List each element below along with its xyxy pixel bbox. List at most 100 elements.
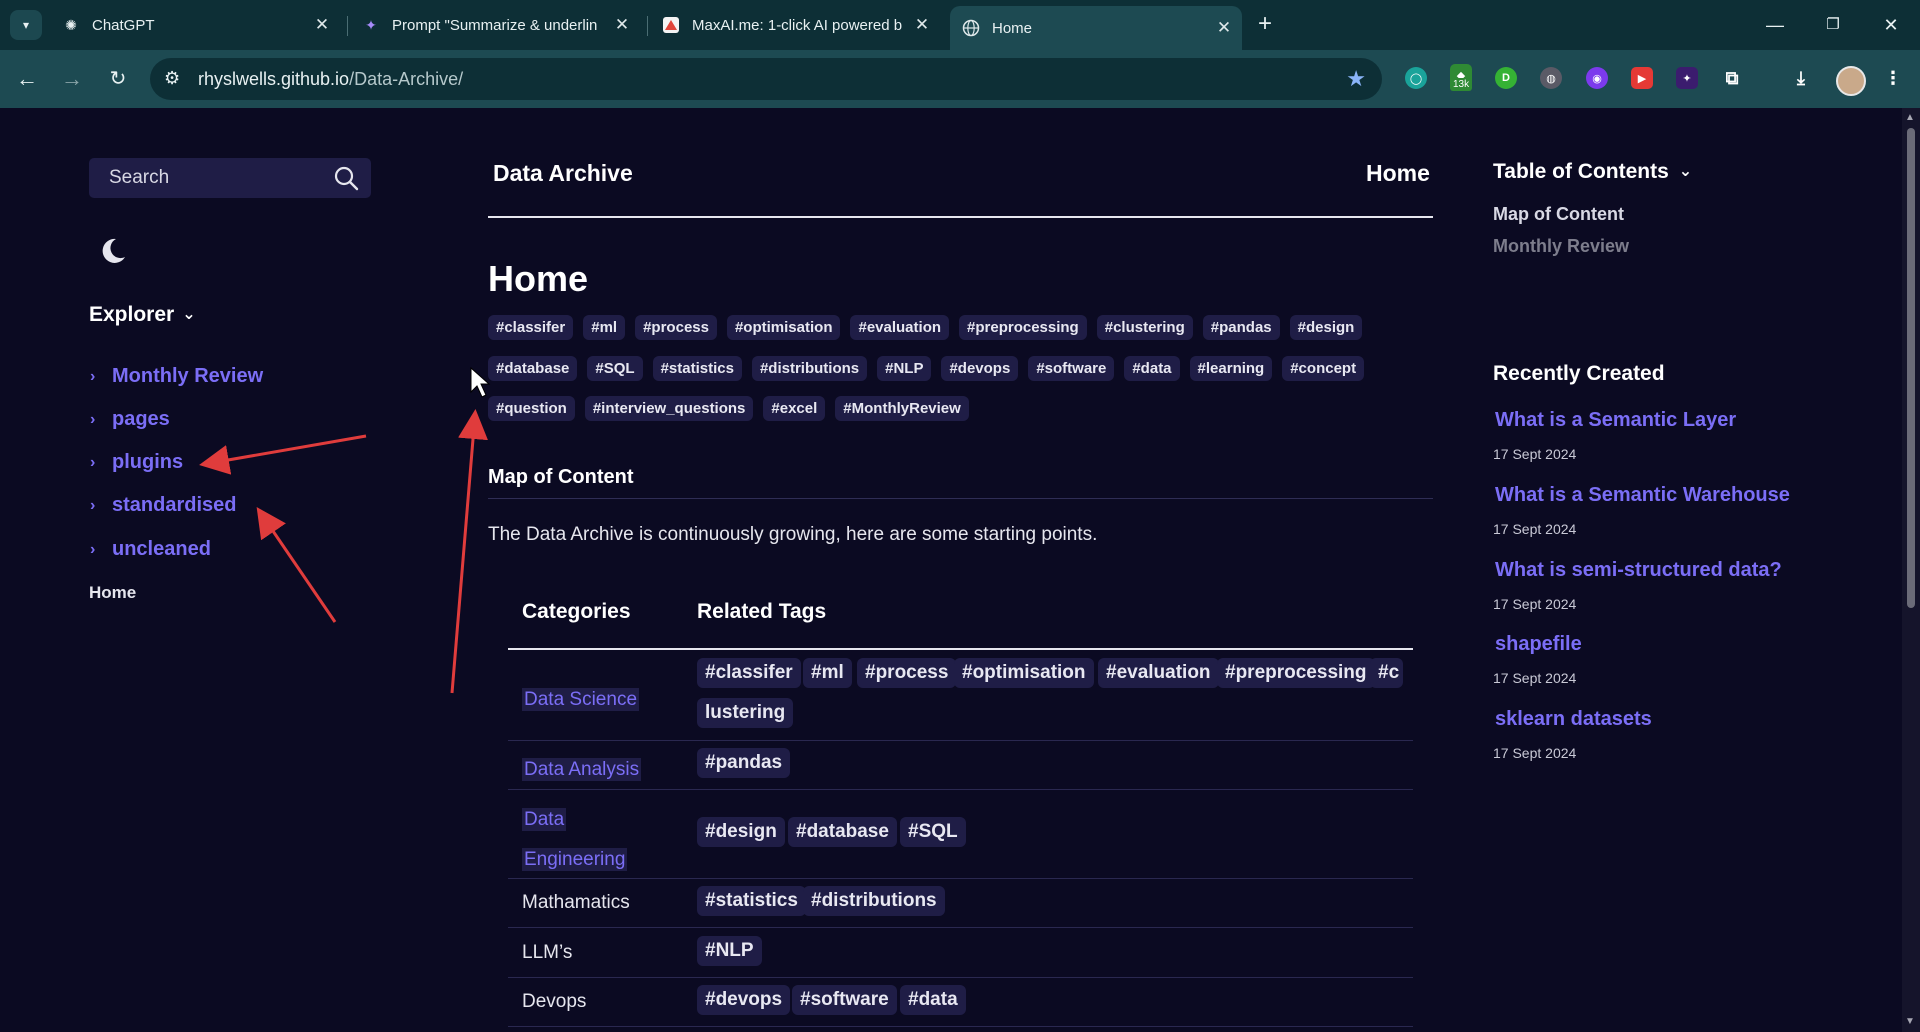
- tag[interactable]: #SQL: [587, 356, 643, 381]
- restore-button[interactable]: ❐: [1810, 10, 1856, 40]
- youtube-extension-icon[interactable]: ▶: [1631, 67, 1653, 89]
- tag[interactable]: #distributions: [803, 886, 945, 916]
- tag[interactable]: #optimisation: [954, 658, 1094, 688]
- chat-extension-icon[interactable]: ◯: [1405, 67, 1427, 89]
- close-tab-icon[interactable]: ✕: [310, 15, 334, 35]
- tag[interactable]: #evaluation: [850, 315, 950, 340]
- toc-item-map-of-content[interactable]: Map of Content: [1493, 204, 1624, 225]
- tag[interactable]: #process: [857, 658, 957, 688]
- tag[interactable]: #SQL: [900, 817, 966, 847]
- table-row-category[interactable]: Data Analysis: [522, 750, 642, 790]
- tag[interactable]: #data: [1124, 356, 1180, 381]
- tag[interactable]: #database: [488, 356, 578, 381]
- folder-plugins[interactable]: › plugins: [90, 451, 183, 474]
- tag[interactable]: #process: [635, 315, 717, 340]
- avatar[interactable]: [1836, 66, 1866, 96]
- tag[interactable]: lustering: [697, 698, 794, 728]
- address-bar[interactable]: ⚙ rhyslwells.github.io/Data-Archive/ ★: [150, 58, 1382, 100]
- reload-button[interactable]: ↻: [103, 64, 133, 94]
- close-tab-icon[interactable]: ✕: [910, 15, 934, 35]
- tag[interactable]: #statistics: [652, 356, 742, 381]
- back-button[interactable]: ←: [12, 64, 42, 94]
- download-icon[interactable]: ⤓: [1790, 67, 1812, 89]
- new-tab-button[interactable]: +: [1252, 12, 1278, 38]
- folder-monthly-review[interactable]: › Monthly Review: [90, 365, 263, 388]
- tag[interactable]: #pandas: [697, 748, 791, 778]
- site-info-icon[interactable]: ⚙: [164, 68, 180, 89]
- forward-button[interactable]: →: [57, 64, 87, 94]
- minimize-button[interactable]: —: [1752, 10, 1798, 40]
- more-menu-icon[interactable]: ⋮: [1882, 67, 1904, 89]
- tag[interactable]: #interview_questions: [584, 396, 754, 421]
- toc-toggle[interactable]: Table of Contents ⌄: [1493, 160, 1692, 184]
- scroll-up-arrow[interactable]: ▲: [1905, 112, 1915, 123]
- tab-maxai[interactable]: MaxAI.me: 1-click AI powered b ✕: [650, 7, 940, 43]
- explorer-home-link[interactable]: Home: [89, 583, 136, 603]
- tag[interactable]: #ml: [803, 658, 852, 688]
- scroll-down-arrow[interactable]: ▼: [1905, 1016, 1915, 1027]
- folder-pages[interactable]: › pages: [90, 408, 170, 431]
- tag[interactable]: #c: [1370, 658, 1404, 688]
- tag[interactable]: #classifer: [697, 658, 801, 688]
- search-input[interactable]: Search: [89, 158, 371, 198]
- tag[interactable]: #optimisation: [726, 315, 841, 340]
- recent-link[interactable]: shapefile: [1495, 633, 1582, 656]
- breadcrumb[interactable]: Home: [1366, 160, 1430, 187]
- recent-link[interactable]: What is a Semantic Layer: [1495, 409, 1736, 432]
- scrollbar-thumb[interactable]: [1907, 128, 1915, 608]
- tag[interactable]: #data: [900, 985, 966, 1015]
- close-tab-icon[interactable]: ✕: [610, 15, 634, 35]
- tag[interactable]: #question: [488, 396, 575, 421]
- tab-chatgpt[interactable]: ✺ ChatGPT ✕: [50, 7, 340, 43]
- category-link[interactable]: Data: [522, 808, 567, 831]
- tag[interactable]: #NLP: [877, 356, 932, 381]
- tag[interactable]: #statistics: [697, 886, 806, 916]
- recent-link[interactable]: sklearn datasets: [1495, 708, 1652, 731]
- tag[interactable]: #design: [1289, 315, 1363, 340]
- site-title[interactable]: Data Archive: [493, 160, 633, 187]
- category-link[interactable]: Engineering: [522, 848, 628, 871]
- tag[interactable]: #ml: [583, 315, 626, 340]
- green-extension-icon[interactable]: D: [1495, 67, 1517, 89]
- table-row-category[interactable]: Data Science: [522, 680, 640, 720]
- tag[interactable]: #devops: [697, 985, 791, 1015]
- tab-home[interactable]: Home ✕: [950, 6, 1242, 50]
- folder-standardised[interactable]: › standardised: [90, 494, 236, 517]
- tag[interactable]: #distributions: [751, 356, 868, 381]
- explorer-toggle[interactable]: Explorer ⌄: [89, 303, 196, 327]
- folder-uncleaned[interactable]: › uncleaned: [90, 538, 211, 561]
- tag[interactable]: #concept: [1282, 356, 1365, 381]
- table-row-category[interactable]: Data Engineering: [522, 800, 628, 880]
- tag[interactable]: #excel: [763, 396, 826, 421]
- tag[interactable]: #MonthlyReview: [835, 396, 969, 421]
- tab-prompt[interactable]: ✦ Prompt "Summarize & underlin ✕: [350, 7, 640, 43]
- tag[interactable]: #classifer: [488, 315, 574, 340]
- tab-search-menu-button[interactable]: ▾: [10, 10, 42, 40]
- tag[interactable]: #design: [697, 817, 785, 847]
- tag[interactable]: #devops: [941, 356, 1019, 381]
- bookmark-star-icon[interactable]: ★: [1346, 66, 1366, 92]
- ai-extension-icon[interactable]: ✦: [1676, 67, 1698, 89]
- tag[interactable]: #database: [788, 817, 897, 847]
- tag[interactable]: #pandas: [1202, 315, 1280, 340]
- toc-item-monthly-review[interactable]: Monthly Review: [1493, 236, 1629, 257]
- page-scrollbar[interactable]: ▲ ▼: [1902, 108, 1920, 1032]
- category-link[interactable]: Data Analysis: [522, 758, 642, 781]
- url-text[interactable]: rhyslwells.github.io/Data-Archive/: [198, 69, 463, 90]
- tag[interactable]: #NLP: [697, 936, 762, 966]
- close-tab-icon[interactable]: ✕: [1212, 18, 1236, 38]
- tag[interactable]: #learning: [1189, 356, 1273, 381]
- tag[interactable]: #preprocessing: [959, 315, 1087, 340]
- recent-link[interactable]: What is semi-structured data?: [1495, 559, 1782, 582]
- tag[interactable]: #evaluation: [1098, 658, 1219, 688]
- purple-extension-icon[interactable]: ◉: [1586, 67, 1608, 89]
- extensions-puzzle-icon[interactable]: ⧉: [1721, 67, 1743, 89]
- tag[interactable]: #software: [792, 985, 897, 1015]
- category-link[interactable]: Data Science: [522, 688, 640, 711]
- tag[interactable]: #preprocessing: [1217, 658, 1375, 688]
- web-extension-icon[interactable]: ◍: [1540, 67, 1562, 89]
- tag[interactable]: #software: [1028, 356, 1115, 381]
- close-window-button[interactable]: ✕: [1868, 10, 1914, 40]
- dark-mode-moon-icon[interactable]: [98, 236, 128, 266]
- tag[interactable]: #clustering: [1096, 315, 1193, 340]
